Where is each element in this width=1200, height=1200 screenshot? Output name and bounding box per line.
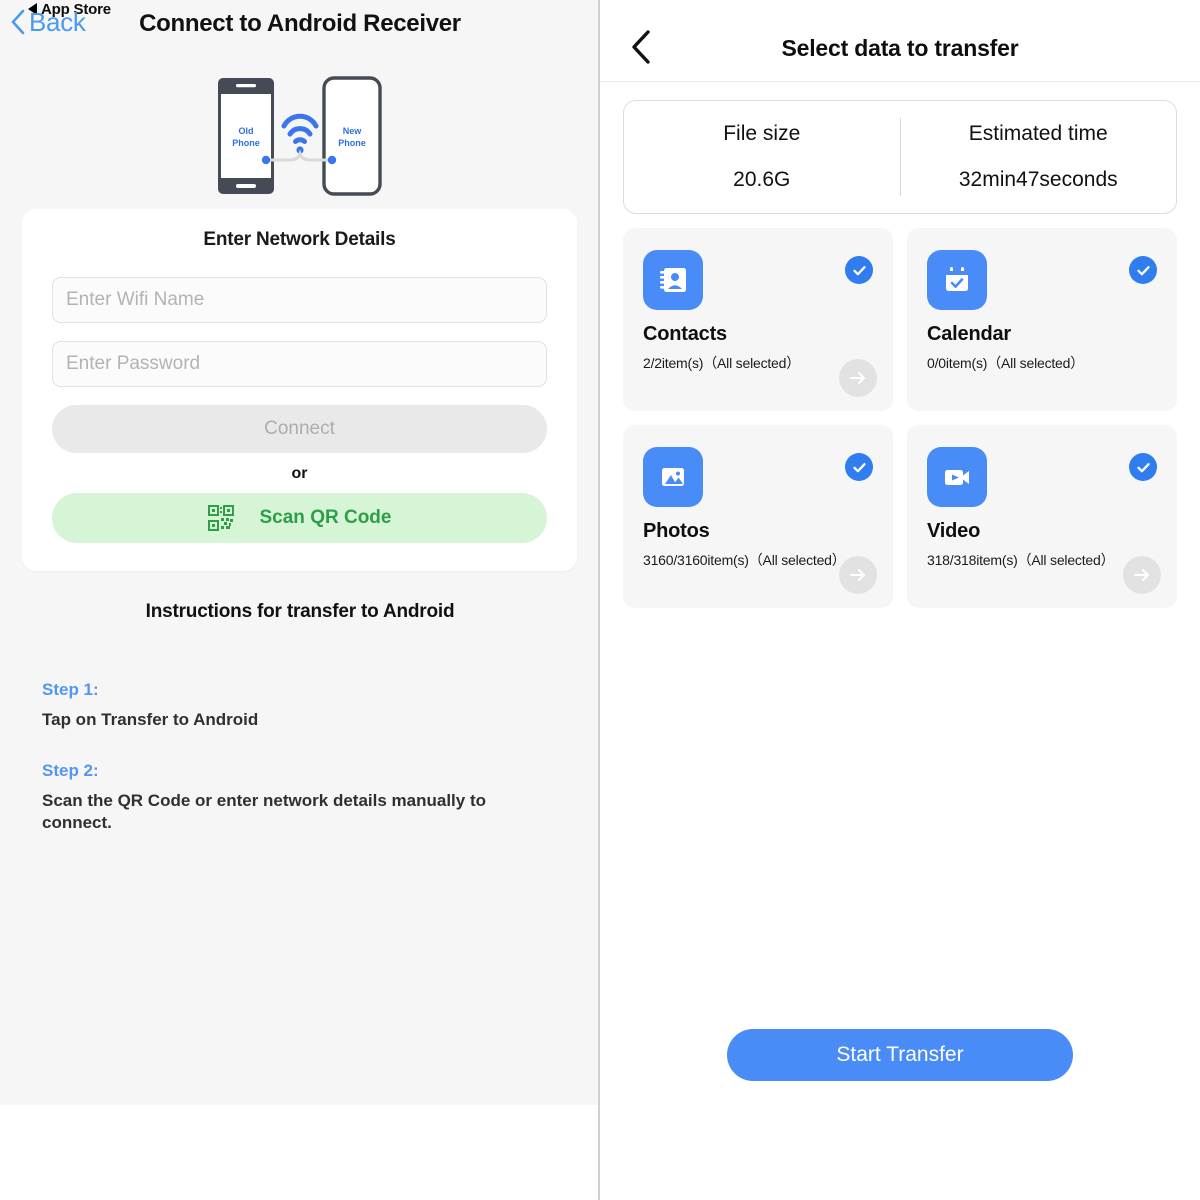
file-size-value: 20.6G (733, 168, 791, 191)
instruction-steps: Step 1: Tap on Transfer to Android Step … (42, 680, 542, 864)
app-screen: App Store Back Connect to Android Receiv… (0, 0, 1200, 1200)
estimated-time-label: Estimated time (968, 122, 1108, 145)
data-card-meta: 2/2item(s)（All selected） (643, 355, 801, 371)
data-card-title: Contacts (643, 323, 727, 345)
left-panel-connect-to-android-receiver: App Store Back Connect to Android Receiv… (0, 0, 600, 1200)
page-title: Connect to Android Receiver (139, 10, 461, 37)
data-card-meta: 318/318item(s)（All selected） (927, 552, 1115, 568)
transfer-summary-card: File size 20.6G Estimated time 32min47se… (623, 100, 1177, 214)
data-card-title: Video (927, 520, 981, 542)
form-heading: Enter Network Details (203, 229, 396, 250)
old-phone-label-line2: Phone (232, 138, 260, 148)
data-category-grid: Contacts 2/2item(s)（All selected） Calend… (623, 228, 1177, 608)
photos-icon (643, 447, 703, 507)
step-2-text: Scan the QR Code or enter network detail… (42, 791, 486, 833)
connect-button[interactable]: Connect (52, 405, 547, 453)
step-2-label: Step 2: (42, 761, 99, 781)
estimated-time-value: 32min47seconds (958, 168, 1118, 191)
calendar-icon (927, 250, 987, 310)
new-phone-label-line2: Phone (338, 138, 366, 148)
checkmark-selected-icon[interactable] (1129, 256, 1157, 284)
data-card-title: Calendar (927, 323, 1011, 345)
new-phone-label-line1: New (343, 126, 363, 136)
or-separator-label: or (291, 465, 308, 482)
data-card-contacts[interactable]: Contacts 2/2item(s)（All selected） (623, 228, 893, 411)
qr-code-icon (207, 505, 234, 531)
arrow-right-icon[interactable] (839, 359, 877, 397)
scan-qr-code-label: Scan QR Code (259, 507, 392, 528)
wifi-name-input[interactable] (52, 277, 547, 323)
scan-qr-code-button[interactable]: Scan QR Code (52, 493, 547, 543)
right-header: Select data to transfer (600, 0, 1200, 82)
start-transfer-button[interactable]: Start Transfer (727, 1029, 1073, 1081)
video-icon (927, 447, 987, 507)
data-card-photos[interactable]: Photos 3160/3160item(s)（All selected） (623, 425, 893, 608)
estimated-time-block: Estimated time 32min47seconds (901, 101, 1177, 213)
data-card-meta: 3160/3160item(s)（All selected） (643, 552, 846, 568)
instructions-heading: Instructions for transfer to Android (145, 601, 455, 622)
network-details-card: Enter Network Details Connect or (22, 209, 577, 571)
right-page-title: Select data to transfer (781, 35, 1019, 61)
checkmark-selected-icon[interactable] (845, 453, 873, 481)
data-card-title: Photos (643, 520, 710, 542)
checkmark-selected-icon[interactable] (1129, 453, 1157, 481)
step-1-label: Step 1: (42, 680, 99, 699)
step-1-text: Tap on Transfer to Android (42, 710, 259, 729)
checkmark-selected-icon[interactable] (845, 256, 873, 284)
phone-transfer-illustration: Old Phone New Phone (218, 76, 382, 196)
right-panel-select-data-to-transfer: Select data to transfer File size 20.6G … (600, 0, 1200, 1200)
old-phone-label-line1: Old (239, 126, 254, 136)
file-size-label: File size (723, 122, 801, 145)
contacts-icon (643, 250, 703, 310)
data-card-calendar[interactable]: Calendar 0/0item(s)（All selected） (907, 228, 1177, 411)
wifi-password-input[interactable] (52, 341, 547, 387)
file-size-block: File size 20.6G (624, 101, 900, 213)
data-card-video[interactable]: Video 318/318item(s)（All selected） (907, 425, 1177, 608)
arrow-right-icon[interactable] (839, 556, 877, 594)
arrow-right-icon[interactable] (1123, 556, 1161, 594)
data-card-meta: 0/0item(s)（All selected） (927, 355, 1085, 371)
